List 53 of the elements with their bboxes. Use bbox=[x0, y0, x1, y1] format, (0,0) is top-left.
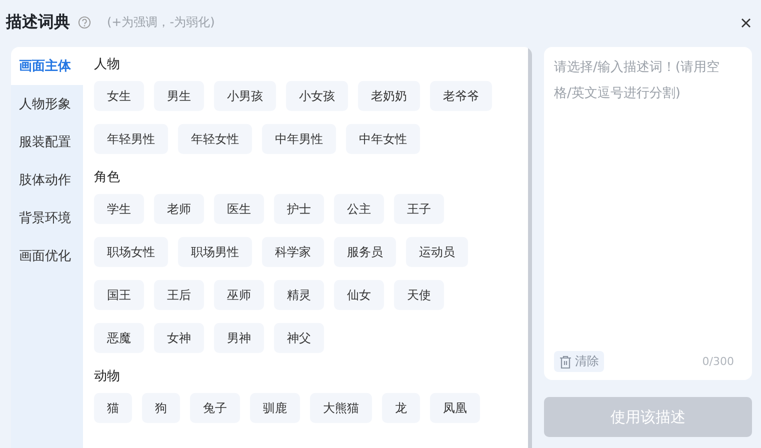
keyword-tag[interactable]: 大熊猫 bbox=[310, 393, 372, 423]
keyword-tag[interactable]: 中年女性 bbox=[346, 124, 420, 154]
keyword-tag[interactable]: 服务员 bbox=[334, 237, 396, 267]
keyword-tag[interactable]: 兔子 bbox=[190, 393, 240, 423]
keyword-tag[interactable]: 科学家 bbox=[262, 237, 324, 267]
keyword-tag[interactable]: 仙女 bbox=[334, 280, 384, 310]
keyword-tag[interactable]: 猫 bbox=[94, 393, 132, 423]
keyword-tag[interactable]: 王子 bbox=[394, 194, 444, 224]
keyword-tag[interactable]: 驯鹿 bbox=[250, 393, 300, 423]
keyword-tag[interactable]: 女神 bbox=[154, 323, 204, 353]
category-tab[interactable]: 画面主体 bbox=[11, 47, 83, 85]
keyword-tag[interactable]: 中年男性 bbox=[262, 124, 336, 154]
section-title: 人物 bbox=[94, 56, 121, 74]
dialog-title: 描述词典 bbox=[6, 12, 70, 33]
keyword-tag[interactable]: 巫师 bbox=[214, 280, 264, 310]
category-tab[interactable]: 人物形象 bbox=[11, 85, 83, 123]
keyword-tag[interactable]: 学生 bbox=[94, 194, 144, 224]
help-icon[interactable] bbox=[78, 16, 91, 29]
keyword-tag[interactable]: 国王 bbox=[94, 280, 144, 310]
section-title: 角色 bbox=[94, 169, 121, 187]
keyword-tag[interactable]: 年轻男性 bbox=[94, 124, 168, 154]
keyword-tag[interactable]: 凤凰 bbox=[430, 393, 480, 423]
category-tab[interactable]: 肢体动作 bbox=[11, 161, 83, 199]
keyword-tag[interactable]: 女生 bbox=[94, 81, 144, 111]
section-title: 动物 bbox=[94, 368, 121, 386]
keyword-tag[interactable]: 天使 bbox=[394, 280, 444, 310]
keyword-tag[interactable]: 职场女性 bbox=[94, 237, 168, 267]
keyword-tag[interactable]: 老师 bbox=[154, 194, 204, 224]
keyword-tag[interactable]: 王后 bbox=[154, 280, 204, 310]
keyword-tag[interactable]: 老爷爷 bbox=[430, 81, 492, 111]
keyword-tag[interactable]: 小女孩 bbox=[286, 81, 348, 111]
keyword-tag[interactable]: 小男孩 bbox=[214, 81, 276, 111]
category-tab[interactable]: 服装配置 bbox=[11, 123, 83, 161]
trash-icon bbox=[559, 354, 572, 368]
category-tab[interactable]: 画面优化 bbox=[11, 237, 83, 275]
keyword-tag[interactable]: 运动员 bbox=[406, 237, 468, 267]
keyword-tag[interactable]: 年轻女性 bbox=[178, 124, 252, 154]
category-tab[interactable]: 背景环境 bbox=[11, 199, 83, 237]
keyword-tag[interactable]: 精灵 bbox=[274, 280, 324, 310]
keyword-tag[interactable]: 恶魔 bbox=[94, 323, 144, 353]
close-button[interactable] bbox=[739, 16, 753, 30]
keyword-tag[interactable]: 公主 bbox=[334, 194, 384, 224]
keyword-tag[interactable]: 男生 bbox=[154, 81, 204, 111]
keyword-tag[interactable]: 医生 bbox=[214, 194, 264, 224]
keyword-tag[interactable]: 神父 bbox=[274, 323, 324, 353]
character-count: 0/300 bbox=[702, 355, 734, 368]
keyword-tag[interactable]: 老奶奶 bbox=[358, 81, 420, 111]
keyword-tag[interactable]: 男神 bbox=[214, 323, 264, 353]
keyword-tag[interactable]: 龙 bbox=[382, 393, 420, 423]
keyword-tag[interactable]: 护士 bbox=[274, 194, 324, 224]
keyword-tag[interactable]: 狗 bbox=[142, 393, 180, 423]
hint-text: (+为强调，-为弱化) bbox=[107, 14, 215, 31]
keyword-tag[interactable]: 职场男性 bbox=[178, 237, 252, 267]
